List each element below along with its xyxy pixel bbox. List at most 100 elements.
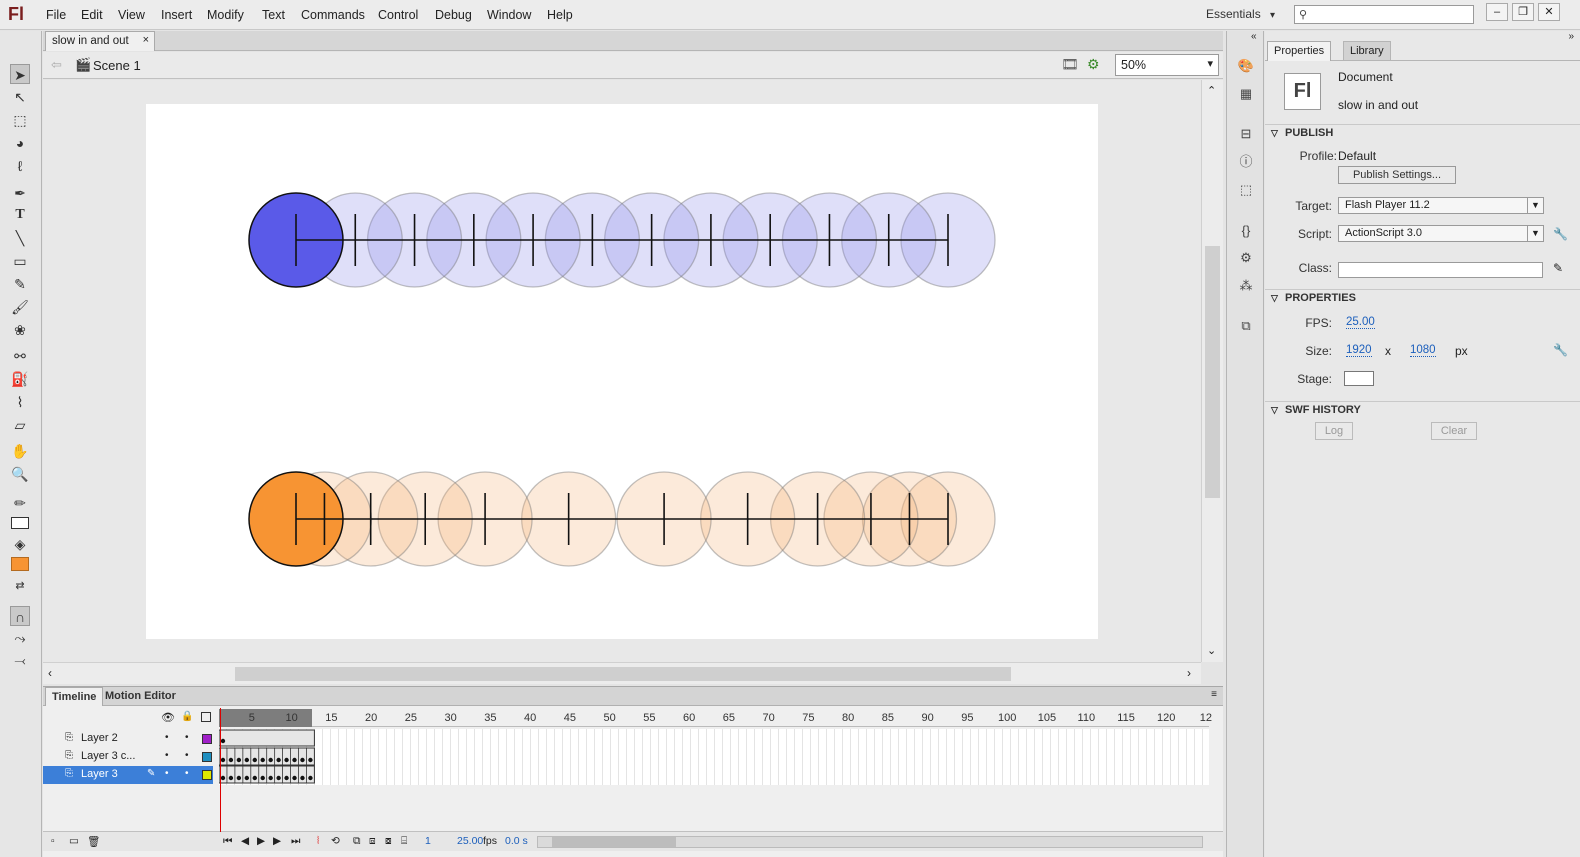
visibility-dot[interactable]: • (165, 732, 169, 743)
properties-section-header[interactable]: ▽ PROPERTIES (1265, 289, 1580, 307)
transform-icon[interactable]: ⬚ (1237, 181, 1255, 199)
zoom-tool-icon[interactable]: 🔍 (10, 464, 30, 484)
snap-to-objects-icon[interactable]: ∩ (10, 606, 30, 626)
minimize-button[interactable]: – (1486, 3, 1508, 21)
menu-file[interactable]: File (46, 8, 66, 22)
keyframe[interactable] (244, 775, 250, 781)
keyframe[interactable] (220, 738, 226, 744)
menu-debug[interactable]: Debug (435, 8, 472, 22)
scroll-left-icon[interactable]: ‹ (48, 666, 52, 680)
script-select[interactable]: ActionScript 3.0 ▼ (1338, 225, 1544, 242)
layer-row-layer-3[interactable]: ⎘ Layer 3 ✎ • • (43, 766, 213, 784)
keyframe[interactable] (244, 757, 250, 763)
brush-tool-icon[interactable]: 🖌 (10, 297, 30, 317)
zoom-select[interactable]: 50% ▾ (1115, 54, 1219, 76)
step-back-icon[interactable]: ◀ (241, 835, 249, 847)
keyframe[interactable] (300, 757, 305, 763)
timeline-hscroll-thumb[interactable] (552, 837, 676, 847)
horizontal-scrollbar[interactable]: ‹ › (43, 662, 1201, 684)
align-icon[interactable]: ⊟ (1237, 125, 1255, 143)
keyframe[interactable] (292, 775, 297, 781)
lock-dot[interactable]: • (185, 732, 189, 743)
deco-tool-icon[interactable]: ❀ (10, 320, 30, 340)
keyframe[interactable] (220, 775, 226, 781)
components-icon[interactable]: ⚙ (1237, 249, 1255, 267)
step-forward-icon[interactable]: ▶ (273, 835, 281, 847)
keyframe[interactable] (308, 757, 313, 763)
play-icon[interactable]: ▶ (257, 835, 265, 847)
keyframe[interactable] (268, 775, 273, 781)
edit-class-icon[interactable]: ✎ (1553, 261, 1563, 275)
center-frame-icon[interactable]: ⦚ (317, 835, 319, 848)
keyframe[interactable] (276, 775, 281, 781)
pen-tool-icon[interactable]: ✒ (10, 183, 30, 203)
width-value[interactable]: 1920 (1346, 344, 1372, 357)
keyframe[interactable] (284, 775, 289, 781)
lock-all-icon[interactable]: 🔒 (181, 711, 193, 722)
keyframe[interactable] (300, 775, 305, 781)
keyframe[interactable] (252, 775, 257, 781)
tab-properties[interactable]: Properties (1267, 41, 1332, 61)
scroll-up-icon[interactable]: ⌃ (1207, 84, 1216, 97)
vertical-scroll-thumb[interactable] (1205, 246, 1220, 498)
clear-button[interactable]: Clear (1431, 422, 1477, 440)
hand-tool-icon[interactable]: ✋ (10, 441, 30, 461)
publish-settings-button[interactable]: Publish Settings... (1338, 166, 1456, 184)
keyframe[interactable] (220, 757, 226, 763)
stroke-swatch[interactable] (10, 513, 30, 533)
info-icon[interactable]: ⓘ (1237, 153, 1255, 171)
subselection-tool-icon[interactable]: ↖ (10, 87, 30, 107)
layer-color-swatch[interactable] (202, 752, 212, 762)
keyframe[interactable] (228, 757, 234, 763)
keyframe[interactable] (308, 775, 313, 781)
log-button[interactable]: Log (1315, 422, 1353, 440)
wrench-icon[interactable]: 🔧 (1553, 227, 1568, 241)
menu-modify[interactable]: Modify (207, 8, 244, 22)
new-folder-icon[interactable]: ▭ (69, 835, 79, 847)
pencil-tool-icon[interactable]: ✎ (10, 274, 30, 294)
code-snippets-icon[interactable]: {} (1237, 222, 1255, 240)
fill-swatch[interactable] (10, 554, 30, 574)
close-window-button[interactable]: ✕ (1538, 3, 1560, 21)
edit-symbols-icon[interactable]: ⚙ (1087, 56, 1100, 73)
text-tool-icon[interactable]: T (10, 205, 30, 225)
line-tool-icon[interactable]: ╲ (10, 228, 30, 248)
new-layer-icon[interactable]: ▫ (51, 835, 55, 847)
3d-rotation-tool-icon[interactable]: ◕ (10, 133, 30, 153)
swf-history-section-header[interactable]: ▽ SWF HISTORY (1265, 401, 1580, 419)
motion-presets-icon[interactable]: ⁂ (1237, 277, 1255, 295)
layer-color-swatch[interactable] (202, 734, 212, 744)
keyframe[interactable] (268, 757, 273, 763)
frame-span[interactable] (218, 729, 315, 747)
search-input[interactable]: ⚲ (1294, 5, 1474, 24)
layer-row-layer-3-copy[interactable]: ⎘ Layer 3 c... • • (43, 748, 213, 766)
menu-help[interactable]: Help (547, 8, 573, 22)
scroll-right-icon[interactable]: › (1187, 666, 1191, 680)
delete-layer-icon[interactable]: 🗑 (87, 835, 100, 848)
menu-control[interactable]: Control (378, 8, 418, 22)
keyframe[interactable] (252, 757, 257, 763)
stroke-color-icon[interactable]: ✏ (10, 493, 30, 513)
straighten-icon[interactable]: ⤙ (10, 650, 30, 670)
lock-dot[interactable]: • (185, 750, 189, 761)
frame-rate[interactable]: 25.00 (457, 835, 483, 847)
menu-commands[interactable]: Commands (301, 8, 365, 22)
bone-tool-icon[interactable]: ⚯ (10, 346, 30, 366)
collapse-icon[interactable]: « (1251, 31, 1257, 42)
panel-menu-icon[interactable]: ≡ (1211, 689, 1217, 700)
menu-text[interactable]: Text (262, 8, 285, 22)
eraser-tool-icon[interactable]: ▱ (10, 415, 30, 435)
keyframe[interactable] (284, 757, 289, 763)
keyframe[interactable] (260, 775, 265, 781)
outline-all-icon[interactable] (201, 712, 211, 722)
document-tab[interactable]: slow in and out × (45, 31, 155, 51)
paint-bucket-tool-icon[interactable]: ⛽ (10, 369, 30, 389)
back-arrow-icon[interactable]: ⇦ (51, 57, 62, 73)
current-frame[interactable]: 1 (425, 835, 431, 847)
modify-markers-icon[interactable]: ⌸ (401, 835, 407, 848)
frames-grid[interactable] (218, 729, 1209, 785)
tab-timeline[interactable]: Timeline (45, 687, 104, 706)
keyframe[interactable] (236, 775, 242, 781)
fps-value[interactable]: 25.00 (1346, 316, 1375, 329)
last-frame-icon[interactable]: ⏭ (291, 835, 300, 848)
